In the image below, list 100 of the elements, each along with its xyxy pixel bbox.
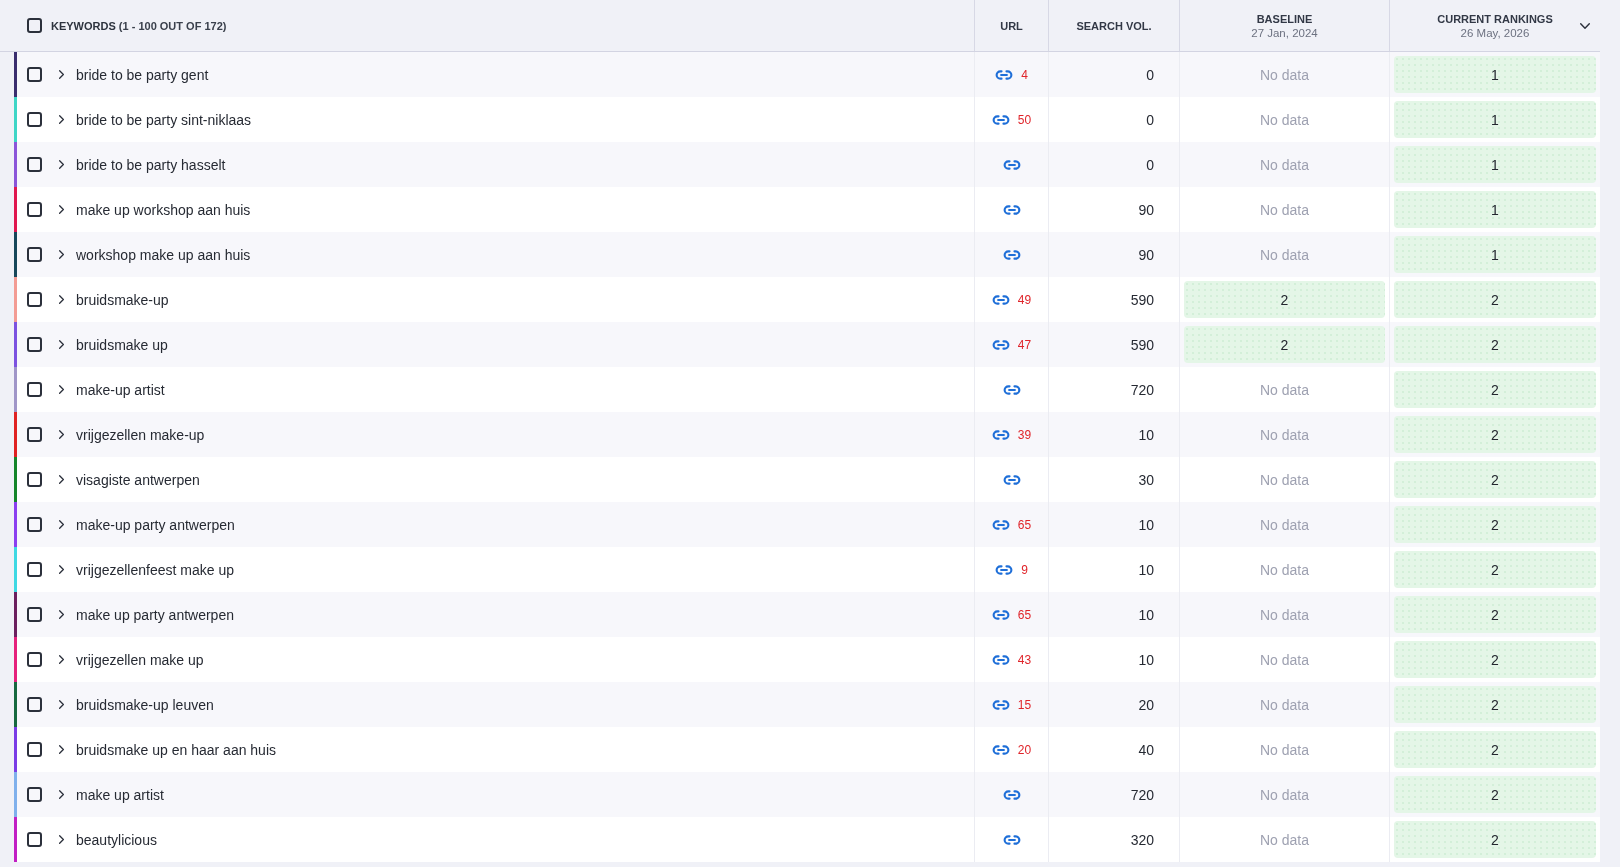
current-rank: 2 (1394, 551, 1596, 588)
url-count: 39 (1017, 427, 1032, 442)
chevron-right-icon[interactable] (59, 610, 64, 619)
keyword-text: make up artist (76, 786, 164, 803)
row-checkbox[interactable] (27, 67, 42, 82)
link-icon[interactable] (995, 69, 1014, 80)
row-checkbox[interactable] (27, 427, 42, 442)
link-icon[interactable] (991, 654, 1010, 665)
chevron-right-icon[interactable] (59, 205, 64, 214)
current-rank: 2 (1394, 416, 1596, 453)
chevron-right-icon[interactable] (59, 160, 64, 169)
search-volume: 320 (1130, 831, 1154, 848)
row-checkbox[interactable] (27, 382, 42, 397)
current-rank: 2 (1394, 461, 1596, 498)
row-checkbox[interactable] (27, 292, 42, 307)
no-data-text: No data (1259, 561, 1309, 578)
column-date: 26 May, 2026 (1460, 26, 1530, 39)
row-checkbox[interactable] (27, 202, 42, 217)
row-checkbox[interactable] (27, 787, 42, 802)
search-volume: 0 (1146, 156, 1154, 173)
link-icon[interactable] (991, 699, 1010, 710)
no-data-text: No data (1259, 606, 1309, 623)
search-volume: 0 (1146, 66, 1154, 83)
keyword-text: make up workshop aan huis (76, 201, 251, 218)
chevron-right-icon[interactable] (59, 475, 64, 484)
row-checkbox[interactable] (27, 652, 42, 667)
chevron-right-icon[interactable] (59, 700, 64, 709)
link-icon[interactable] (1002, 834, 1021, 845)
no-data-text: No data (1259, 516, 1309, 533)
column-header: BASELINE (1256, 12, 1313, 25)
current-rank: 1 (1394, 56, 1596, 93)
keyword-text: bruidsmake up (76, 336, 168, 353)
no-data-text: No data (1259, 471, 1309, 488)
chevron-right-icon[interactable] (59, 565, 64, 574)
keyword-text: bruidsmake-up leuven (76, 696, 214, 713)
search-volume: 590 (1130, 336, 1154, 353)
current-rank: 2 (1394, 821, 1596, 858)
baseline-rank: 2 (1184, 281, 1385, 318)
row-checkbox[interactable] (27, 472, 42, 487)
row-checkbox[interactable] (27, 697, 42, 712)
link-icon[interactable] (1002, 159, 1021, 170)
link-icon[interactable] (991, 429, 1010, 440)
keywords-heading: KEYWORDS (1 - 100 OUT OF 172) (51, 19, 227, 32)
url-count: 65 (1017, 607, 1032, 622)
row-checkbox[interactable] (27, 562, 42, 577)
chevron-right-icon[interactable] (59, 430, 64, 439)
search-volume: 10 (1138, 651, 1154, 668)
link-icon[interactable] (991, 294, 1010, 305)
chevron-down-icon[interactable] (1580, 22, 1590, 29)
no-data-text: No data (1259, 246, 1309, 263)
chevron-right-icon[interactable] (59, 655, 64, 664)
chevron-right-icon[interactable] (59, 70, 64, 79)
link-icon[interactable] (1002, 474, 1021, 485)
select-all-checkbox[interactable] (27, 18, 42, 33)
keyword-text: workshop make up aan huis (76, 246, 251, 263)
current-rank: 1 (1394, 101, 1596, 138)
chevron-right-icon[interactable] (59, 745, 64, 754)
link-icon[interactable] (995, 564, 1014, 575)
chevron-right-icon[interactable] (59, 340, 64, 349)
current-rank: 2 (1394, 281, 1596, 318)
link-icon[interactable] (1002, 384, 1021, 395)
current-rank: 2 (1394, 326, 1596, 363)
search-volume: 10 (1138, 516, 1154, 533)
chevron-right-icon[interactable] (59, 250, 64, 259)
current-rank: 2 (1394, 686, 1596, 723)
keyword-text: bride to be party hasselt (76, 156, 226, 173)
row-checkbox[interactable] (27, 112, 42, 127)
link-icon[interactable] (1002, 249, 1021, 260)
row-checkbox[interactable] (27, 157, 42, 172)
link-icon[interactable] (991, 114, 1010, 125)
current-rank: 1 (1394, 146, 1596, 183)
no-data-text: No data (1259, 786, 1309, 803)
current-rank: 2 (1394, 371, 1596, 408)
link-icon[interactable] (1002, 204, 1021, 215)
chevron-right-icon[interactable] (59, 835, 64, 844)
search-volume: 20 (1138, 696, 1154, 713)
url-count: 15 (1017, 697, 1032, 712)
keyword-text: vrijgezellen make-up (76, 426, 205, 443)
chevron-right-icon[interactable] (59, 115, 64, 124)
no-data-text: No data (1259, 831, 1309, 848)
row-checkbox[interactable] (27, 607, 42, 622)
row-checkbox[interactable] (27, 337, 42, 352)
chevron-right-icon[interactable] (59, 790, 64, 799)
link-icon[interactable] (991, 744, 1010, 755)
current-rank: 1 (1394, 236, 1596, 273)
link-icon[interactable] (1002, 789, 1021, 800)
no-data-text: No data (1259, 201, 1309, 218)
link-icon[interactable] (991, 519, 1010, 530)
no-data-text: No data (1259, 381, 1309, 398)
current-rank: 2 (1394, 506, 1596, 543)
chevron-right-icon[interactable] (59, 295, 64, 304)
row-checkbox[interactable] (27, 247, 42, 262)
chevron-right-icon[interactable] (59, 385, 64, 394)
row-checkbox[interactable] (27, 742, 42, 757)
link-icon[interactable] (991, 339, 1010, 350)
row-checkbox[interactable] (27, 517, 42, 532)
link-icon[interactable] (991, 609, 1010, 620)
row-checkbox[interactable] (27, 832, 42, 847)
chevron-right-icon[interactable] (59, 520, 64, 529)
url-count: 47 (1017, 337, 1032, 352)
